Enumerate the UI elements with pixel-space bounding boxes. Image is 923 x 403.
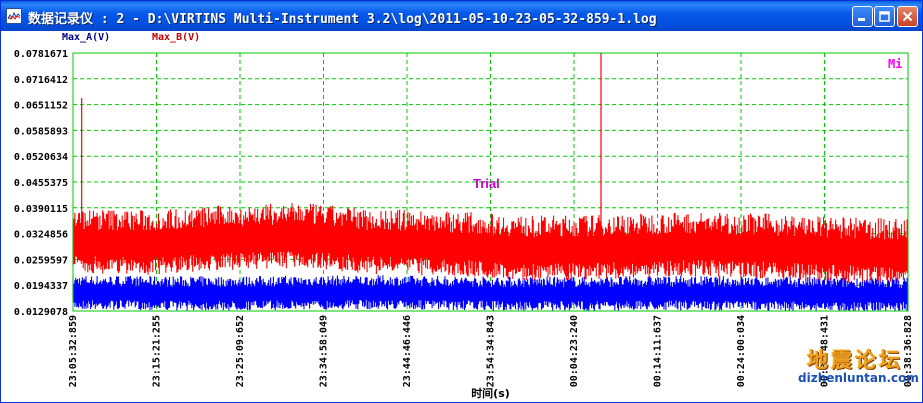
y-tick-label: 0.0585893 [14, 126, 68, 137]
data-logger-panel: Max_A(V) Max_B(V) 0.0781671 0.0716412 0.06… [1, 31, 922, 402]
y-tick-label: 0.0259597 [14, 255, 68, 266]
x-tick-label: 23:15:21:255 [152, 315, 163, 387]
y-tick-label: 0.0716412 [14, 75, 68, 86]
y-tick-label: 0.0129078 [14, 307, 68, 318]
x-tick-label: 23:05:32:859 [68, 315, 79, 387]
x-tick-label: 23:25:09:652 [235, 315, 246, 387]
y-tick-label: 0.0194337 [14, 281, 68, 292]
x-axis-label: 时间(s) [471, 386, 510, 400]
y-tick-label: 0.0520634 [14, 152, 68, 163]
y-tick-label: 0.0390115 [14, 204, 68, 215]
x-tick-label: 00:24:00:034 [736, 315, 747, 387]
watermark-cn: 地震论坛 [807, 348, 903, 372]
x-tick-label: 00:04:23:240 [569, 315, 580, 387]
minimize-icon [858, 18, 865, 21]
y-tick-label: 0.0324856 [14, 230, 68, 241]
x-tick-label: 23:44:46:446 [402, 315, 413, 387]
chart-log-icon [6, 8, 22, 24]
close-icon [902, 11, 913, 22]
maximize-button[interactable] [874, 6, 895, 27]
close-button[interactable] [897, 6, 918, 27]
x-tick-label: 00:14:11:637 [653, 315, 664, 387]
app-window: 数据记录仪 : 2 - D:\VIRTINS Multi-Instrument … [0, 0, 923, 403]
y-tick-label: 0.0455375 [14, 178, 68, 189]
x-tick-label: 23:54:34:843 [486, 315, 497, 387]
y-tick-label: 0.0651152 [14, 101, 68, 112]
minimize-button[interactable] [852, 6, 873, 27]
trial-overlay: Trial [473, 176, 500, 191]
watermark-url: dizhenluntan.com [798, 371, 919, 385]
window-title: 数据记录仪 : 2 - D:\VIRTINS Multi-Instrument … [28, 12, 657, 27]
corner-mark: Mi [888, 57, 902, 71]
maximize-icon [879, 11, 890, 22]
chart-area[interactable]: 0.0781671 0.0716412 0.0651152 0.0585893 0.05… [1, 31, 922, 402]
x-tick-label: 23:34:58:049 [319, 315, 330, 387]
y-tick-label: 0.0781671 [14, 49, 68, 60]
title-bar[interactable]: 数据记录仪 : 2 - D:\VIRTINS Multi-Instrument … [1, 1, 922, 31]
